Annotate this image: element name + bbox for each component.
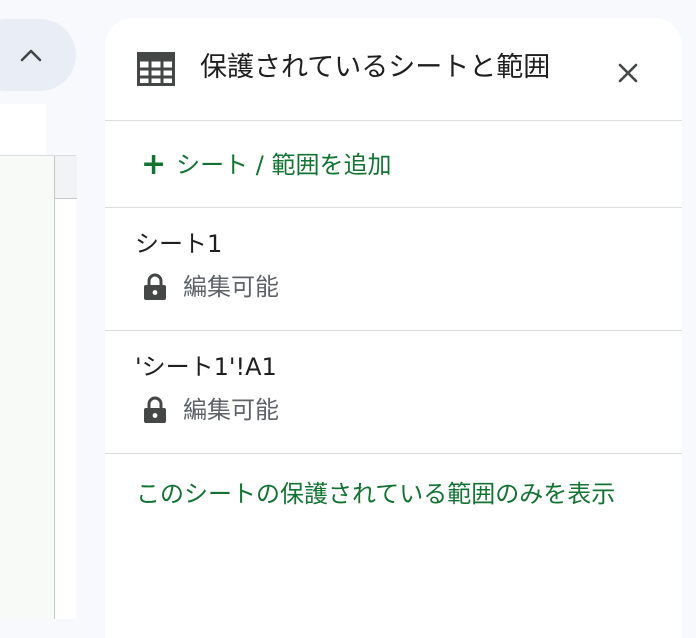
spreadsheet-grid[interactable] [0,155,77,619]
column-header[interactable] [54,156,77,199]
panel-title: 保護されているシートと範囲 [200,52,551,83]
show-only-this-sheet-link[interactable]: このシートの保護されている範囲のみを表示 [136,478,615,510]
protected-item-name: シート1 [135,230,223,258]
lock-icon [144,273,166,300]
protected-item[interactable]: シート1 編集可能 [105,208,682,331]
add-row: + シート / 範囲を追加 [105,121,682,208]
protected-item-description: 編集可能 [143,394,279,426]
close-button[interactable] [607,52,649,94]
formula-bar[interactable] [0,104,46,154]
protected-item-description: 編集可能 [143,271,279,303]
panel-header: 保護されているシートと範囲 [105,18,682,121]
chevron-up-icon [20,49,42,62]
grid-column[interactable] [54,199,77,619]
lock-icon [144,396,166,423]
grid-cells[interactable] [0,156,54,619]
add-sheet-range-button[interactable]: + シート / 範囲を追加 [141,149,391,181]
plus-icon: + [141,147,167,182]
protected-item-desc-text: 編集可能 [183,273,279,301]
close-icon [618,63,638,83]
spreadsheet-background [0,0,104,619]
collapse-toolbar-button[interactable] [0,19,76,91]
protected-item-name: 'シート1'!A1 [135,353,277,381]
protected-item-desc-text: 編集可能 [183,396,279,424]
protected-item[interactable]: 'シート1'!A1 編集可能 [105,331,682,454]
table-grid-icon [137,52,175,86]
add-sheet-range-label: シート / 範囲を追加 [176,151,392,179]
protected-sheets-panel: 保護されているシートと範囲 + シート / 範囲を追加 シート1 編集可能 'シ… [105,18,682,638]
